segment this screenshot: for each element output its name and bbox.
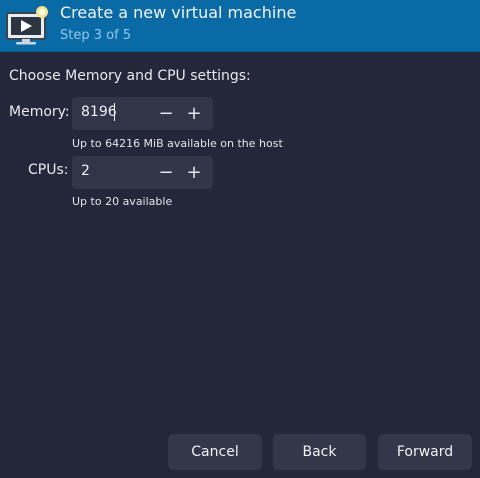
section-label: Choose Memory and CPU settings: [9, 68, 251, 84]
cpus-increment-button[interactable]: + [180, 156, 208, 189]
text-cursor [114, 103, 115, 121]
virtual-machine-icon [6, 6, 48, 45]
memory-decrement-button[interactable]: − [152, 97, 180, 130]
memory-label: Memory: [9, 104, 70, 120]
cpus-spinbox: 2 − + [72, 156, 213, 189]
memory-input[interactable]: 8196 [81, 104, 117, 120]
cancel-button[interactable]: Cancel [168, 434, 262, 470]
step-indicator: Step 3 of 5 [60, 28, 132, 43]
new-vm-dialog: Create a new virtual machine Step 3 of 5… [0, 0, 480, 478]
cpus-label: CPUs: [28, 162, 69, 178]
cpus-input[interactable]: 2 [81, 163, 90, 179]
forward-button[interactable]: Forward [378, 434, 472, 470]
cpus-decrement-button[interactable]: − [152, 156, 180, 189]
back-button[interactable]: Back [273, 434, 366, 470]
dialog-title: Create a new virtual machine [60, 3, 297, 22]
memory-increment-button[interactable]: + [180, 97, 208, 130]
cpus-hint: Up to 20 available [72, 195, 173, 208]
memory-spinbox: 8196 − + [72, 97, 213, 130]
memory-hint: Up to 64216 MiB available on the host [72, 137, 283, 150]
dialog-header: Create a new virtual machine Step 3 of 5 [0, 0, 480, 52]
